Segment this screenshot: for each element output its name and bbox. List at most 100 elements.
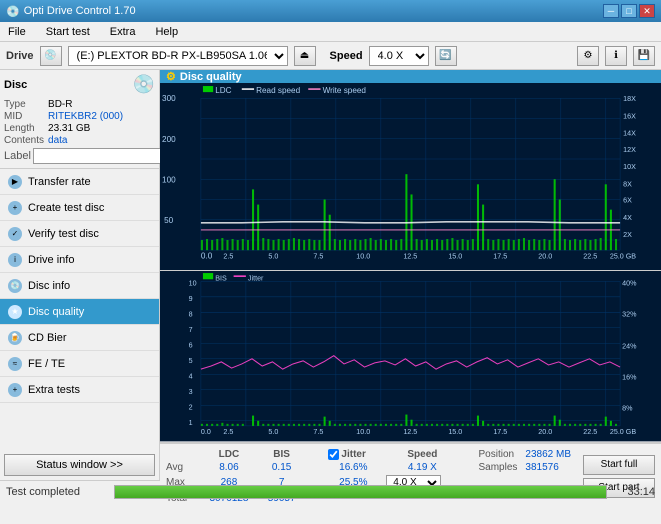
svg-text:2.5: 2.5 <box>223 428 233 437</box>
bottom-chart-section: 10 9 8 7 6 5 4 3 2 1 0.0 40% 32% 24% 16% <box>160 271 661 442</box>
maximize-button[interactable]: □ <box>621 4 637 18</box>
status-window-label: Status window >> <box>36 459 123 471</box>
svg-text:Jitter: Jitter <box>248 274 264 283</box>
svg-text:7.5: 7.5 <box>313 428 323 437</box>
col-header-empty <box>166 448 203 461</box>
chart-header: ⚙ Disc quality <box>160 70 661 83</box>
svg-text:12.5: 12.5 <box>403 428 417 437</box>
app-title: Opti Drive Control 1.70 <box>24 5 136 17</box>
col-header-bis: BIS <box>263 448 309 461</box>
svg-text:Read speed: Read speed <box>256 86 300 95</box>
chart-title: Disc quality <box>180 71 242 83</box>
nav-label-cd-bier: CD Bier <box>28 332 67 344</box>
menu-extra[interactable]: Extra <box>106 25 140 39</box>
eject-button[interactable]: ⏏ <box>294 46 316 66</box>
disc-quality-icon: ★ <box>8 305 22 319</box>
nav-label-transfer-rate: Transfer rate <box>28 176 91 188</box>
avg-ldc: 8.06 <box>203 461 263 474</box>
sidebar-item-cd-bier[interactable]: 🍺 CD Bier <box>0 325 159 351</box>
main-layout: Disc 💿 Type BD-R MID RITEKBR2 (000) Leng… <box>0 70 661 480</box>
sidebar-item-drive-info[interactable]: i Drive info <box>0 247 159 273</box>
type-label: Type <box>4 99 44 110</box>
drive-select[interactable]: (E:) PLEXTOR BD-R PX-LB950SA 1.06 <box>68 46 288 66</box>
mid-label: MID <box>4 111 44 122</box>
refresh-button[interactable]: 🔄 <box>435 46 457 66</box>
status-text: Test completed <box>6 486 106 498</box>
speed-select[interactable]: 4.0 X <box>369 46 429 66</box>
svg-text:4X: 4X <box>623 214 632 222</box>
svg-text:3: 3 <box>189 387 193 396</box>
settings-button[interactable]: ⚙ <box>577 46 599 66</box>
svg-text:17.5: 17.5 <box>493 428 507 437</box>
svg-text:2: 2 <box>189 403 193 412</box>
sidebar-item-transfer-rate[interactable]: ▶ Transfer rate <box>0 169 159 195</box>
svg-text:5.0: 5.0 <box>268 252 278 260</box>
jitter-label: Jitter <box>341 449 365 460</box>
nav-label-disc-quality: Disc quality <box>28 306 84 318</box>
menu-start-test[interactable]: Start test <box>42 25 94 39</box>
position-value: 23862 MB <box>521 448 575 461</box>
svg-text:6: 6 <box>189 341 193 350</box>
jitter-checkbox[interactable] <box>328 449 339 460</box>
avg-speed: 4.19 X <box>386 461 466 474</box>
mid-value: RITEKBR2 (000) <box>48 111 155 122</box>
close-button[interactable]: ✕ <box>639 4 655 18</box>
svg-text:32%: 32% <box>622 310 637 319</box>
sidebar-item-create-test-disc[interactable]: + Create test disc <box>0 195 159 221</box>
nav-label-drive-info: Drive info <box>28 254 74 266</box>
charts-container: 300 200 100 50 0.0 18X 16X 14X 12X 10X 8… <box>160 83 661 443</box>
title-bar: 💿 Opti Drive Control 1.70 ─ □ ✕ <box>0 0 661 22</box>
label-input[interactable] <box>33 148 171 164</box>
menu-file[interactable]: File <box>4 25 30 39</box>
save-button[interactable]: 💾 <box>633 46 655 66</box>
avg-label: Avg <box>166 461 203 474</box>
nav-label-extra-tests: Extra tests <box>28 384 80 396</box>
bottom-chart: 10 9 8 7 6 5 4 3 2 1 0.0 40% 32% 24% 16% <box>160 271 661 441</box>
svg-text:15.0: 15.0 <box>448 428 462 437</box>
info-button[interactable]: ℹ <box>605 46 627 66</box>
svg-text:16X: 16X <box>623 112 636 120</box>
label-row: Label ✏ <box>4 148 155 164</box>
sidebar-item-disc-quality[interactable]: ★ Disc quality <box>0 299 159 325</box>
svg-text:22.5: 22.5 <box>583 428 597 437</box>
speed-label: Speed <box>330 50 363 62</box>
sidebar-item-fe-te[interactable]: ≈ FE / TE <box>0 351 159 377</box>
create-test-disc-icon: + <box>8 201 22 215</box>
type-value: BD-R <box>48 99 155 110</box>
svg-text:20.0: 20.0 <box>538 252 552 260</box>
svg-text:15.0: 15.0 <box>448 252 462 260</box>
nav-label-create-test-disc: Create test disc <box>28 202 104 214</box>
svg-text:8X: 8X <box>623 180 632 188</box>
svg-text:1: 1 <box>189 418 193 427</box>
start-full-button[interactable]: Start full <box>583 455 655 475</box>
svg-text:18X: 18X <box>623 95 636 103</box>
progress-bar-fill <box>115 486 606 498</box>
nav-items: ▶ Transfer rate + Create test disc ✓ Ver… <box>0 169 159 403</box>
drive-label: Drive <box>6 50 34 62</box>
position-label: Position <box>475 448 522 461</box>
svg-text:7.5: 7.5 <box>313 252 323 260</box>
progress-time: 33:14 <box>615 486 655 498</box>
nav-label-verify-test-disc: Verify test disc <box>28 228 99 240</box>
menu-help[interactable]: Help <box>151 25 182 39</box>
sidebar-item-extra-tests[interactable]: + Extra tests <box>0 377 159 403</box>
svg-text:5.0: 5.0 <box>268 428 278 437</box>
svg-text:24%: 24% <box>622 342 637 351</box>
nav-label-disc-info: Disc info <box>28 280 70 292</box>
sidebar-item-verify-test-disc[interactable]: ✓ Verify test disc <box>0 221 159 247</box>
minimize-button[interactable]: ─ <box>603 4 619 18</box>
disc-icon: 💿 <box>133 74 155 95</box>
status-window-button[interactable]: Status window >> <box>4 454 155 476</box>
drive-info-icon: i <box>8 253 22 267</box>
title-bar-controls: ─ □ ✕ <box>603 4 655 18</box>
svg-text:10.0: 10.0 <box>356 252 370 260</box>
svg-text:100: 100 <box>162 175 176 184</box>
svg-text:20.0: 20.0 <box>538 428 552 437</box>
transfer-rate-icon: ▶ <box>8 175 22 189</box>
app-icon: 💿 <box>6 5 20 18</box>
svg-text:0.0: 0.0 <box>201 251 213 260</box>
samples-value: 381576 <box>521 461 575 474</box>
sidebar-item-disc-info[interactable]: 💿 Disc info <box>0 273 159 299</box>
extra-tests-icon: + <box>8 383 22 397</box>
svg-text:4: 4 <box>189 372 193 381</box>
